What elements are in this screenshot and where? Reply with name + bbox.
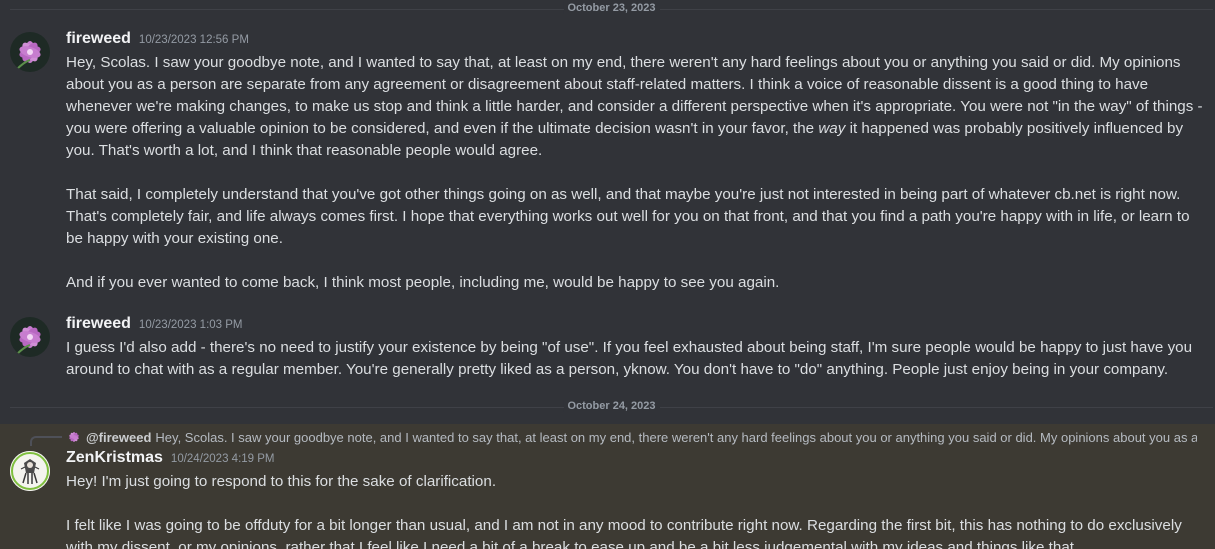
message-paragraph: That said, I completely understand that …	[66, 186, 1190, 247]
date-divider: October 23, 2023	[10, 2, 1213, 14]
message-paragraph: And if you ever wanted to come back, I t…	[66, 274, 780, 291]
fireweed-avatar-icon	[66, 429, 82, 445]
reply-mention[interactable]: @fireweed	[86, 430, 151, 445]
fireweed-avatar-icon[interactable]	[10, 32, 50, 72]
message-paragraph: Hey, Scolas. I saw your goodbye note, an…	[66, 54, 1203, 159]
reply-preview[interactable]: @fireweed Hey, Scolas. I saw your goodby…	[66, 428, 1197, 446]
timestamp: 10/23/2023 12:56 PM	[138, 34, 249, 46]
message-body: I guess I'd also add - there's no need t…	[66, 339, 1193, 378]
date-divider: October 24, 2023	[10, 400, 1213, 412]
message-body: Hey! I'm just going to respond to this f…	[66, 471, 1203, 549]
message[interactable]: @fireweed Hey, Scolas. I saw your goodby…	[0, 424, 1215, 549]
date-divider-label: October 24, 2023	[563, 400, 660, 412]
message-body: Hey, Scolas. I saw your goodbye note, an…	[66, 52, 1203, 294]
message[interactable]: fireweed 10/23/2023 1:03 PM I guess I'd …	[0, 313, 1215, 383]
reply-preview-text[interactable]: Hey, Scolas. I saw your goodbye note, an…	[155, 430, 1197, 445]
emphasis-text: way	[818, 120, 846, 137]
username[interactable]: fireweed	[66, 30, 131, 48]
message[interactable]: fireweed 10/23/2023 12:56 PM Hey, Scolas…	[0, 28, 1215, 298]
timestamp: 10/24/2023 4:19 PM	[170, 453, 275, 465]
fireweed-avatar-icon[interactable]	[10, 317, 50, 357]
timestamp: 10/23/2023 1:03 PM	[138, 319, 243, 331]
username[interactable]: ZenKristmas	[66, 449, 163, 467]
date-divider-label: October 23, 2023	[563, 2, 660, 14]
reply-spine	[30, 436, 62, 446]
zenkristmas-avatar-icon[interactable]	[10, 451, 50, 491]
message-paragraph: I felt like I was going to be offduty fo…	[66, 517, 1182, 549]
username[interactable]: fireweed	[66, 315, 131, 333]
message-paragraph: Hey! I'm just going to respond to this f…	[66, 473, 497, 490]
